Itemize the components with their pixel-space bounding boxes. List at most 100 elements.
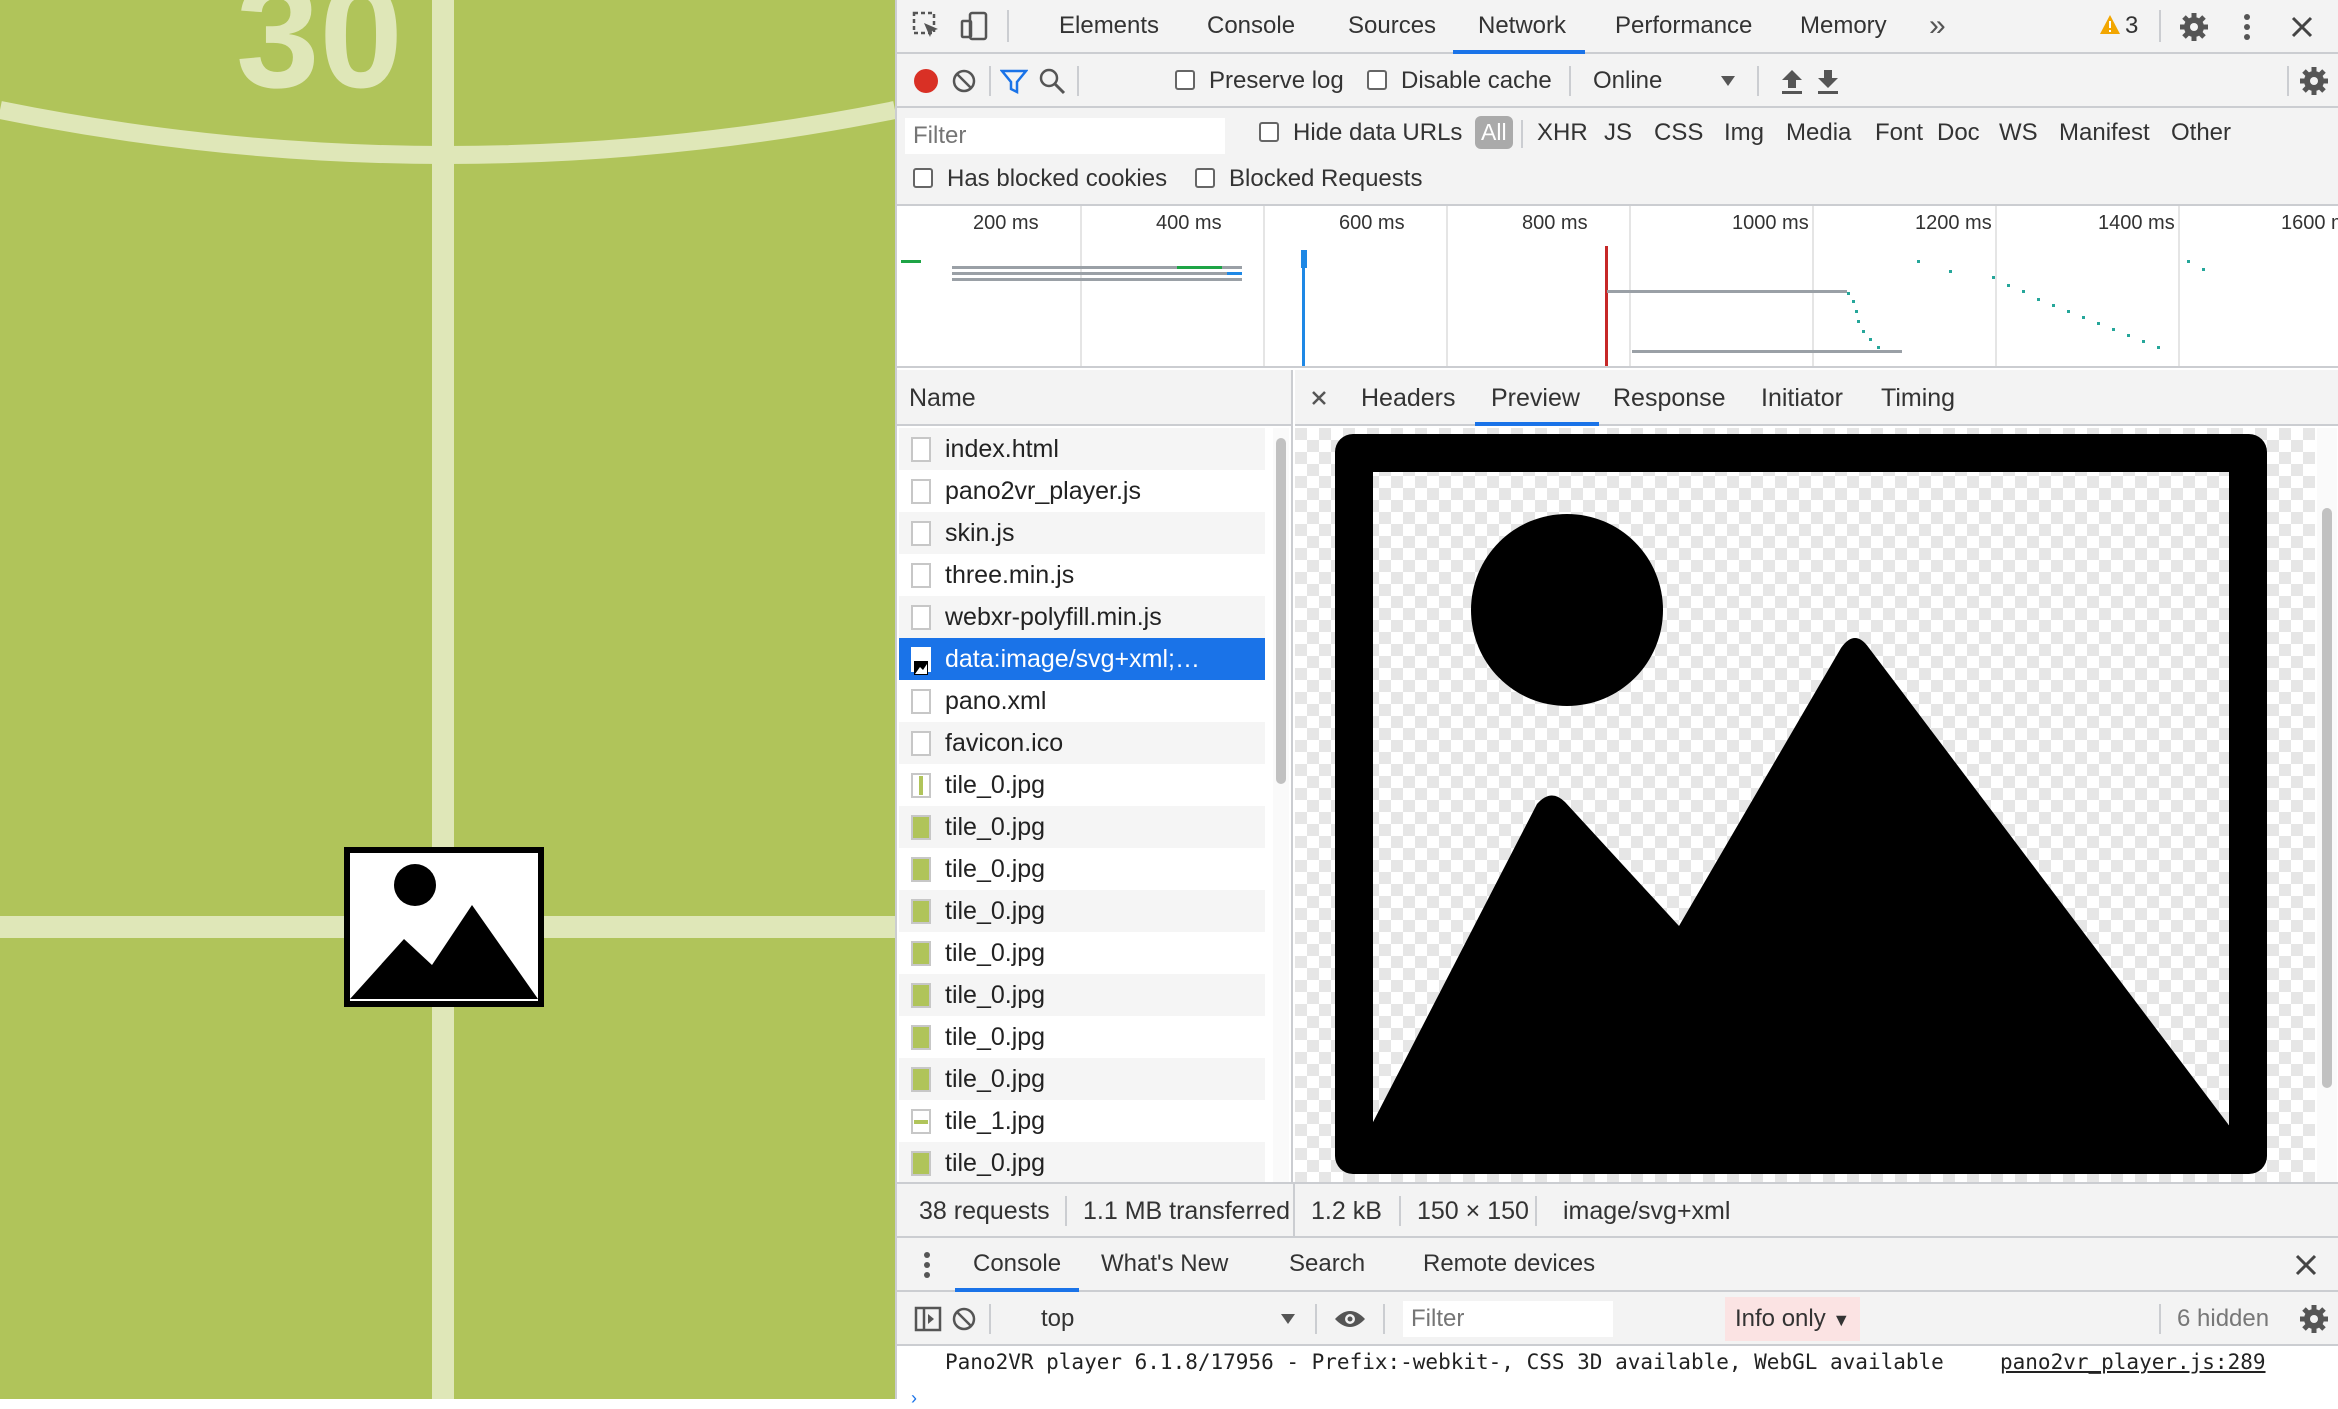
has-blocked-cookies-checkbox[interactable] xyxy=(913,168,933,188)
search-icon[interactable] xyxy=(1037,66,1067,96)
tab-console[interactable]: Console xyxy=(1207,0,1295,52)
image-icon xyxy=(911,647,931,675)
console-drawer: Console What's New Search Remote devices… xyxy=(897,1238,2338,1408)
list-item[interactable]: tile_0.jpg xyxy=(899,1142,1265,1182)
drawer-tab-console[interactable]: Console xyxy=(973,1238,1061,1290)
filter-type-media[interactable]: Media xyxy=(1786,119,1851,147)
tab-memory[interactable]: Memory xyxy=(1800,0,1887,52)
preserve-log-checkbox[interactable] xyxy=(1175,70,1195,90)
inspect-element-icon[interactable] xyxy=(911,10,943,42)
name-column-header[interactable]: Name xyxy=(897,370,1291,426)
list-item[interactable]: tile_0.jpg xyxy=(899,1058,1265,1100)
drawer-tab-whats-new[interactable]: What's New xyxy=(1101,1238,1228,1290)
devtools-tabbar: Elements Console Sources Network Perform… xyxy=(897,0,2338,54)
warnings-count[interactable]: 3 xyxy=(2125,0,2138,52)
list-item[interactable]: tile_0.jpg xyxy=(899,932,1265,974)
context-chevron-down-icon[interactable] xyxy=(1279,1310,1297,1328)
close-drawer-icon[interactable] xyxy=(2291,1250,2321,1280)
list-item[interactable]: pano.xml xyxy=(899,680,1265,722)
filter-type-xhr[interactable]: XHR xyxy=(1537,119,1588,147)
warning-icon[interactable] xyxy=(2099,14,2121,36)
tab-initiator[interactable]: Initiator xyxy=(1761,370,1843,426)
settings-gear-icon[interactable] xyxy=(2177,10,2211,44)
tab-sources[interactable]: Sources xyxy=(1348,0,1436,52)
close-devtools-icon[interactable] xyxy=(2287,12,2317,42)
hide-data-urls-checkbox[interactable] xyxy=(1259,122,1279,142)
filter-type-font[interactable]: Font xyxy=(1875,119,1923,147)
list-item[interactable]: tile_0.jpg xyxy=(899,890,1265,932)
tab-headers[interactable]: Headers xyxy=(1361,370,1456,426)
tab-response[interactable]: Response xyxy=(1613,370,1726,426)
chevron-down-icon[interactable] xyxy=(1719,72,1737,90)
request-count: 38 requests xyxy=(919,1197,1050,1225)
import-har-icon[interactable] xyxy=(1777,66,1807,96)
network-overview-timeline[interactable]: 200 ms 400 ms 600 ms 800 ms 1000 ms 1200… xyxy=(897,206,2338,368)
drawer-menu-icon[interactable] xyxy=(917,1248,937,1282)
tab-performance[interactable]: Performance xyxy=(1615,0,1752,52)
console-settings-gear-icon[interactable] xyxy=(2297,1302,2331,1336)
device-toolbar-icon[interactable] xyxy=(959,10,991,42)
filter-type-img[interactable]: Img xyxy=(1724,119,1764,147)
context-select[interactable]: top xyxy=(1041,1305,1074,1333)
drawer-tab-remote-devices[interactable]: Remote devices xyxy=(1423,1238,1595,1290)
filter-input[interactable] xyxy=(905,118,1225,154)
console-sidebar-icon[interactable] xyxy=(913,1304,943,1334)
filter-type-js[interactable]: JS xyxy=(1604,119,1632,147)
more-tabs-button[interactable]: » xyxy=(1929,0,1946,52)
filter-type-doc[interactable]: Doc xyxy=(1937,119,1980,147)
network-settings-gear-icon[interactable] xyxy=(2297,64,2331,98)
list-item[interactable]: tile_0.jpg xyxy=(899,764,1265,806)
document-icon xyxy=(911,563,931,588)
list-item[interactable]: tile_0.jpg xyxy=(899,806,1265,848)
list-item[interactable]: tile_0.jpg xyxy=(899,1016,1265,1058)
image-icon xyxy=(911,857,931,882)
request-list[interactable]: Name index.html pano2vr_player.js skin.j… xyxy=(897,370,1293,1182)
network-status-bar: 38 requests 1.1 MB transferred 1.2 kB 15… xyxy=(897,1182,2338,1238)
filter-type-ws[interactable]: WS xyxy=(1999,119,2038,147)
log-levels-select[interactable]: Info only ▼ xyxy=(1725,1297,1861,1341)
request-list-scrollbar[interactable] xyxy=(1273,428,1289,1182)
filter-icon[interactable] xyxy=(999,66,1029,96)
request-rows: index.html pano2vr_player.js skin.js thr… xyxy=(897,426,1269,1182)
filter-type-css[interactable]: CSS xyxy=(1654,119,1703,147)
disable-cache-checkbox[interactable] xyxy=(1367,70,1387,90)
list-item[interactable]: tile_1.jpg xyxy=(899,1100,1265,1142)
live-expression-eye-icon[interactable] xyxy=(1333,1304,1367,1334)
tab-elements[interactable]: Elements xyxy=(1059,0,1159,52)
clear-console-icon[interactable] xyxy=(951,1306,977,1332)
active-detail-tab-indicator xyxy=(1475,422,1599,426)
tab-timing[interactable]: Timing xyxy=(1881,370,1955,426)
image-preview xyxy=(1295,428,2315,1182)
export-har-icon[interactable] xyxy=(1813,66,1843,96)
console-message: Pano2VR player 6.1.8/17956 - Prefix:-web… xyxy=(945,1350,1944,1374)
clear-icon[interactable] xyxy=(951,68,977,94)
filter-type-manifest[interactable]: Manifest xyxy=(2059,119,2150,147)
list-item[interactable]: tile_0.jpg xyxy=(899,848,1265,890)
filter-type-other[interactable]: Other xyxy=(2171,119,2231,147)
console-message-source-link[interactable]: pano2vr_player.js:289 xyxy=(2000,1350,2266,1374)
image-icon xyxy=(911,1025,931,1050)
close-detail-icon[interactable] xyxy=(1307,386,1331,410)
network-filter-bar: Hide data URLs All XHR JS CSS Img Media … xyxy=(897,108,2338,206)
tab-network[interactable]: Network xyxy=(1478,0,1566,52)
image-dimensions: 150 × 150 xyxy=(1417,1197,1529,1225)
list-item[interactable]: three.min.js xyxy=(899,554,1265,596)
list-item[interactable]: tile_0.jpg xyxy=(899,974,1265,1016)
list-item[interactable]: webxr-polyfill.min.js xyxy=(899,596,1265,638)
blocked-requests-checkbox[interactable] xyxy=(1195,168,1215,188)
throttling-select[interactable]: Online xyxy=(1593,67,1662,95)
preview-scrollbar[interactable] xyxy=(2317,428,2337,1182)
drawer-tab-search[interactable]: Search xyxy=(1289,1238,1365,1290)
record-button[interactable] xyxy=(913,68,939,94)
console-toolbar: top Info only ▼ 6 hidden xyxy=(897,1292,2338,1346)
tab-preview[interactable]: Preview xyxy=(1491,370,1580,426)
list-item[interactable]: pano2vr_player.js xyxy=(899,470,1265,512)
list-item-selected[interactable]: data:image/svg+xml;… xyxy=(899,638,1265,680)
console-filter-input[interactable] xyxy=(1403,1301,1613,1337)
pano-viewport[interactable]: 30 xyxy=(0,0,895,1399)
list-item[interactable]: favicon.ico xyxy=(899,722,1265,764)
list-item[interactable]: index.html xyxy=(899,428,1265,470)
filter-type-all[interactable]: All xyxy=(1475,116,1513,149)
list-item[interactable]: skin.js xyxy=(899,512,1265,554)
more-options-icon[interactable] xyxy=(2237,10,2257,44)
